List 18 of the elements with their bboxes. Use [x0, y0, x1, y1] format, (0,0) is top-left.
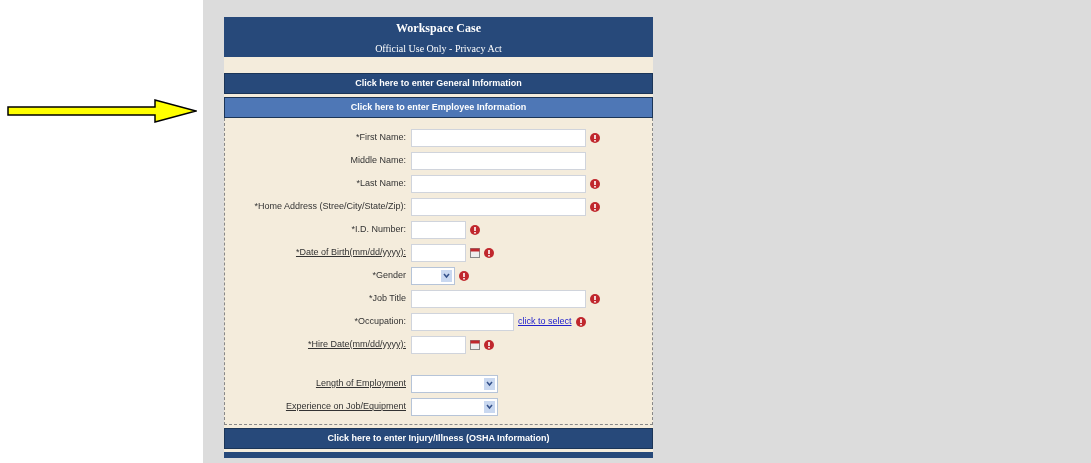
field-label: *Last Name:: [356, 176, 406, 190]
field-label[interactable]: *Hire Date(mm/dd/yyyy):: [308, 337, 406, 352]
field-label: *First Name:: [356, 130, 406, 144]
field-label: *Home Address (Stree/City/State/Zip):: [254, 199, 406, 213]
field-label[interactable]: *Date of Birth(mm/dd/yyyy):: [295, 245, 406, 260]
field-label: *Job Title: [368, 291, 406, 305]
field-label: *I.D. Number:: [351, 222, 406, 236]
select-link[interactable]: click to select: [518, 314, 572, 329]
form-subtitle: Official Use Only - Privacy Act: [375, 41, 502, 56]
section-bar[interactable]: Click here to enter General Information: [224, 73, 653, 94]
field-label: *Gender: [372, 268, 406, 282]
field-label[interactable]: Length of Employment: [315, 376, 406, 391]
form-title: Workspace Case: [396, 19, 481, 37]
section-bar[interactable]: Click here to enter Injury/Illness (OSHA Information): [224, 428, 653, 449]
field-label[interactable]: Experience on Job/Equipment: [285, 399, 406, 414]
section-bar[interactable]: Click here to enter Employee Information: [224, 97, 653, 118]
field-label: *Occupation:: [354, 314, 406, 328]
field-label: Middle Name:: [350, 153, 406, 167]
